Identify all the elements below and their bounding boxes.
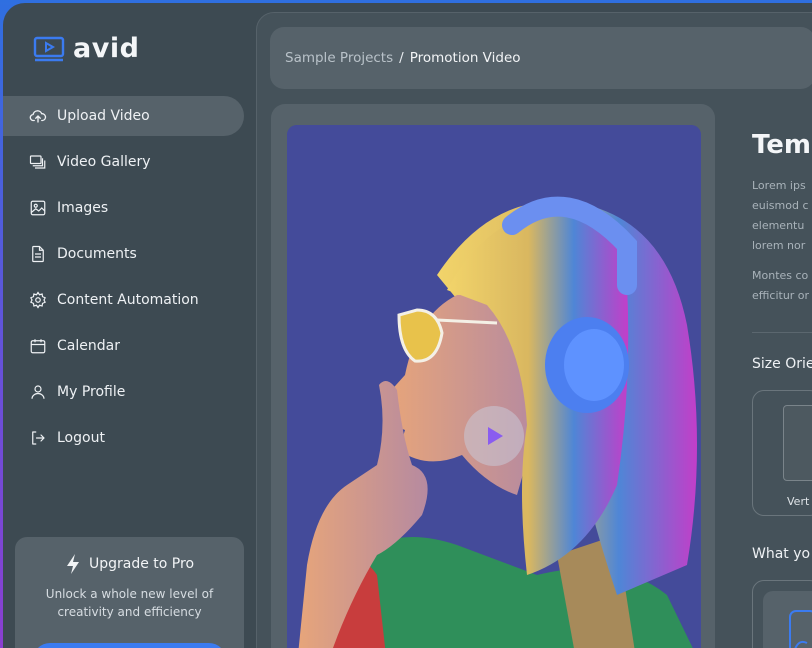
sidebar-item-label: Calendar — [57, 338, 120, 354]
sidebar-item-label: Content Automation — [57, 292, 199, 308]
image-icon — [30, 200, 46, 216]
description-line: euismod c — [752, 199, 809, 212]
size-option-caption: Vert — [787, 495, 810, 508]
description-line: efficitur or — [752, 289, 810, 302]
logo-video-icon — [33, 36, 65, 61]
upgrade-description: Unlock a whole new level of creativity a… — [45, 587, 214, 619]
video-thumbnail-illustration — [287, 125, 701, 648]
play-button[interactable] — [464, 406, 524, 466]
video-thumbnail[interactable] — [287, 125, 701, 648]
sidebar-item-my-profile[interactable]: My Profile — [3, 372, 244, 412]
breadcrumb-parent[interactable]: Sample Projects — [285, 50, 393, 66]
sidebar-item-label: Video Gallery — [57, 154, 151, 170]
sidebar-item-images[interactable]: Images — [3, 188, 244, 228]
breadcrumb: Sample Projects / Promotion Video — [270, 27, 812, 89]
logo-text: avid — [73, 33, 140, 64]
sidebar-item-label: Logout — [57, 430, 105, 446]
user-icon — [31, 385, 45, 399]
sidebar-nav: Upload Video Video Gallery Images Docume… — [3, 96, 244, 464]
sidebar-item-label: Documents — [57, 246, 137, 262]
description-line: Montes co — [752, 269, 809, 282]
what-option[interactable] — [752, 580, 812, 648]
vertical-preview — [783, 405, 812, 481]
description-line: elementu — [752, 219, 805, 232]
breadcrumb-separator: / — [399, 50, 404, 66]
sidebar-item-logout[interactable]: Logout — [3, 418, 244, 458]
template-title: Tem — [752, 130, 812, 160]
sidebar-item-label: My Profile — [57, 384, 126, 400]
description-line: lorem nor — [752, 239, 806, 252]
gallery-icon — [29, 155, 46, 169]
what-option-inner — [763, 591, 812, 648]
video-preview-card — [271, 104, 715, 648]
sidebar-item-documents[interactable]: Documents — [3, 234, 244, 274]
sidebar-item-calendar[interactable]: Calendar — [3, 326, 244, 366]
upgrade-button[interactable] — [33, 643, 226, 648]
breadcrumb-current: Promotion Video — [409, 50, 521, 66]
sidebar-item-video-gallery[interactable]: Video Gallery — [3, 142, 244, 182]
document-icon — [32, 245, 44, 263]
size-option-vertical[interactable]: Vert — [752, 390, 812, 516]
upgrade-card: Upgrade to Pro Unlock a whole new level … — [15, 537, 244, 648]
upgrade-title-text: Upgrade to Pro — [88, 556, 195, 572]
section-divider — [752, 332, 812, 333]
what-label: What yo — [752, 546, 811, 562]
template-details: Tem Lorem ips euismod c elementu lorem n… — [752, 130, 812, 306]
upload-cloud-icon — [29, 110, 47, 123]
lightning-icon — [66, 554, 79, 574]
gear-icon — [30, 291, 46, 309]
logout-icon — [32, 431, 45, 445]
upgrade-title: Upgrade to Pro — [15, 553, 244, 575]
calendar-icon — [30, 339, 46, 354]
sidebar-item-label: Upload Video — [57, 108, 150, 124]
sidebar-item-content-automation[interactable]: Content Automation — [3, 280, 244, 320]
sidebar-item-label: Images — [57, 200, 109, 216]
description-line: Lorem ips — [752, 179, 806, 192]
option-icon — [789, 610, 812, 648]
template-description: Lorem ips euismod c elementu lorem nor — [752, 176, 812, 256]
template-description-2: Montes co efficitur or — [752, 266, 812, 306]
sidebar-item-upload-video[interactable]: Upload Video — [3, 96, 244, 136]
play-icon — [488, 427, 503, 445]
size-orientation-label: Size Orie — [752, 356, 812, 372]
logo[interactable]: avid — [33, 33, 139, 64]
